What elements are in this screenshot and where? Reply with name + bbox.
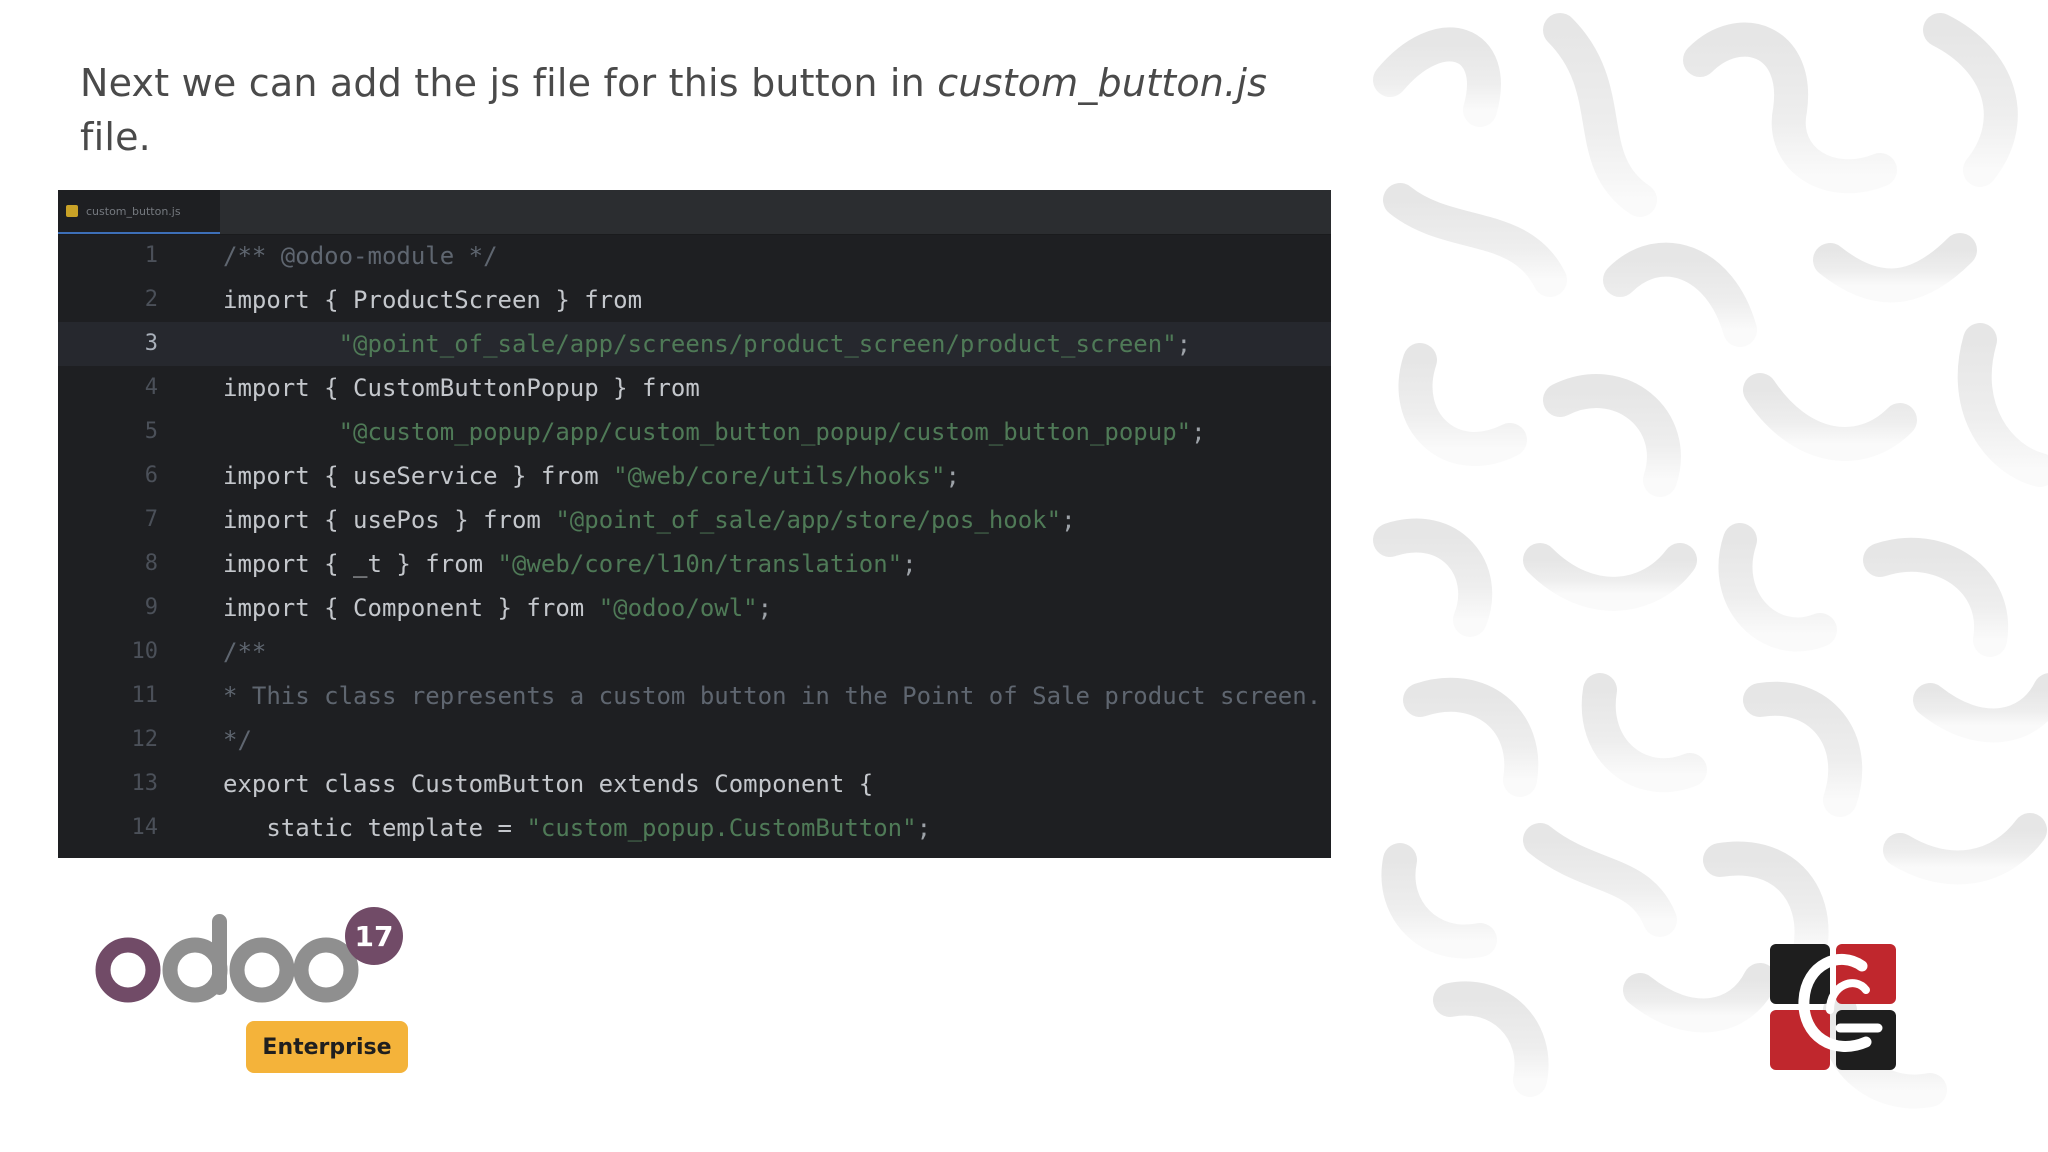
heading-prefix: Next we can add the js file for this but… bbox=[80, 61, 938, 105]
code-line: 11 * This class represents a custom butto… bbox=[58, 674, 1331, 718]
code-token: */ bbox=[223, 726, 252, 754]
code-line: 5 "@custom_popup/app/custom_button_popup… bbox=[58, 410, 1331, 454]
line-code: import { Component } from "@odoo/owl"; bbox=[223, 586, 772, 630]
code-token: "@point_of_sale/app/screens/product_scre… bbox=[223, 330, 1177, 358]
code-token: "custom_popup.CustomButton" bbox=[526, 814, 917, 842]
line-code: import { useService } from "@web/core/ut… bbox=[223, 454, 960, 498]
code-token: import { CustomButtonPopup } from bbox=[223, 374, 700, 402]
code-line: 13 export class CustomButton extends Comp… bbox=[58, 762, 1331, 806]
code-token: ; bbox=[757, 594, 773, 622]
code-line: 2 import { ProductScreen } from bbox=[58, 278, 1331, 322]
code-line: 4 import { CustomButtonPopup } from bbox=[58, 366, 1331, 410]
code-line: 14 static template = "custom_popup.Custo… bbox=[58, 806, 1331, 850]
code-token: "@web/core/l10n/translation" bbox=[497, 550, 903, 578]
code-token: ; bbox=[916, 814, 932, 842]
code-line: 3 "@point_of_sale/app/screens/product_sc… bbox=[58, 322, 1331, 366]
code-line: 6 import { useService } from "@web/core/u… bbox=[58, 454, 1331, 498]
heading-filename: custom_button.js bbox=[937, 61, 1268, 105]
code-token: * This class represents a custom button … bbox=[223, 682, 1322, 710]
line-code: "@custom_popup/app/custom_button_popup/c… bbox=[223, 410, 1206, 454]
code-line: 10 /** bbox=[58, 630, 1331, 674]
code-line: 7 import { usePos } from "@point_of_sale/… bbox=[58, 498, 1331, 542]
slide: Next we can add the js file for this but… bbox=[0, 0, 2048, 1152]
code-token: /** bbox=[223, 638, 267, 666]
editor-tab-bar: custom_button.js bbox=[58, 190, 1331, 235]
code-lines: 1 /** @odoo-module */ 2 import { ProductScr… bbox=[58, 234, 1331, 850]
code-token: ; bbox=[1191, 418, 1206, 446]
code-token: /** @odoo-module */ bbox=[223, 242, 498, 270]
code-token: import { _t } from bbox=[223, 550, 498, 578]
line-number: 12 bbox=[131, 727, 159, 752]
code-token: import { ProductScreen } from bbox=[223, 286, 643, 314]
code-line: 12 */ bbox=[58, 718, 1331, 762]
line-code: */ bbox=[223, 718, 252, 762]
line-code: /** bbox=[223, 630, 266, 674]
enterprise-badge: Enterprise bbox=[246, 1021, 408, 1073]
line-code: import { CustomButtonPopup } from bbox=[223, 366, 700, 410]
line-number: 2 bbox=[144, 287, 158, 312]
line-number: 7 bbox=[144, 507, 158, 532]
js-file-icon bbox=[66, 205, 78, 217]
line-number: 9 bbox=[144, 595, 158, 620]
code-token: export class CustomButton extends Compon… bbox=[223, 770, 874, 798]
line-code: import { _t } from "@web/core/l10n/trans… bbox=[223, 542, 917, 586]
code-token: "@custom_popup/app/custom_button_popup/c… bbox=[223, 418, 1192, 446]
line-number: 11 bbox=[131, 683, 159, 708]
line-code: export class CustomButton extends Compon… bbox=[223, 762, 873, 806]
odoo-version-label: 17 bbox=[354, 920, 394, 953]
company-logo bbox=[1770, 944, 1896, 1070]
code-token: "@odoo/owl" bbox=[598, 594, 758, 622]
code-token: ; bbox=[1176, 330, 1192, 358]
editor-tab-label: custom_button.js bbox=[86, 204, 181, 218]
decorative-pattern bbox=[1360, 0, 2048, 1152]
code-line: 8 import { _t } from "@web/core/l10n/tran… bbox=[58, 542, 1331, 586]
code-token: import { useService } from bbox=[223, 462, 614, 490]
line-code: static template = "custom_popup.CustomBu… bbox=[223, 806, 931, 850]
line-code: * This class represents a custom button … bbox=[223, 674, 1321, 718]
line-number: 14 bbox=[131, 815, 159, 840]
code-token: ; bbox=[945, 462, 960, 490]
code-token: ; bbox=[1061, 506, 1076, 534]
code-token: ; bbox=[902, 550, 917, 578]
editor-tab[interactable]: custom_button.js bbox=[58, 190, 220, 234]
line-number: 13 bbox=[131, 771, 159, 796]
code-token: "@point_of_sale/app/store/pos_hook" bbox=[555, 506, 1062, 534]
line-code: import { ProductScreen } from bbox=[223, 278, 642, 322]
line-number: 10 bbox=[131, 639, 159, 664]
line-number: 3 bbox=[144, 331, 158, 356]
code-token: import { usePos } from bbox=[223, 506, 556, 534]
line-number: 6 bbox=[144, 463, 158, 488]
line-code: "@point_of_sale/app/screens/product_scre… bbox=[223, 322, 1192, 366]
heading-suffix: file. bbox=[80, 115, 151, 159]
code-token: "@web/core/utils/hooks" bbox=[613, 462, 946, 490]
code-editor-screenshot: custom_button.js 1 /** @odoo-module */ 2 im… bbox=[58, 190, 1331, 858]
code-token: static template = bbox=[223, 814, 527, 842]
line-code: import { usePos } from "@point_of_sale/a… bbox=[223, 498, 1076, 542]
line-number: 1 bbox=[144, 243, 158, 268]
line-number: 5 bbox=[144, 419, 158, 444]
slide-heading: Next we can add the js file for this but… bbox=[80, 56, 1310, 164]
code-line: 1 /** @odoo-module */ bbox=[58, 234, 1331, 278]
code-token: import { Component } from bbox=[223, 594, 599, 622]
line-code: /** @odoo-module */ bbox=[223, 234, 498, 278]
line-number: 4 bbox=[144, 375, 158, 400]
code-line: 9 import { Component } from "@odoo/owl"; bbox=[58, 586, 1331, 630]
line-number: 8 bbox=[144, 551, 158, 576]
